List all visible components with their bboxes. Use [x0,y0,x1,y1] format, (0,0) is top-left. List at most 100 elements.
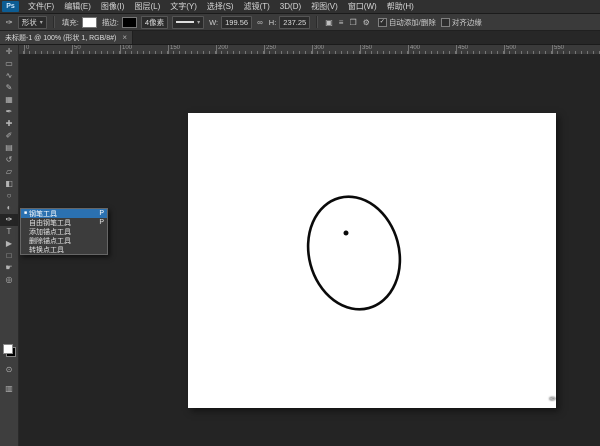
menu-items: 文件(F)编辑(E)图像(I)图层(L)文字(Y)选择(S)滤镜(T)3D(D)… [23,0,419,13]
divider [316,16,318,28]
tool-list: ✛▭∿✎▦✒✚✐▤↺▱◧○◐✑T▶□☛◎ [0,46,18,286]
toolbar-extras: ⊙ ▥ [0,344,18,395]
ruler-label: 400 [410,45,420,51]
options-bar: ✑ 形状 ▾ 填充: 描边: 4像素 ▾ W: 199.56 ∞ H: 237.… [0,14,600,31]
gradient-tool[interactable]: ◧ [0,178,18,190]
ruler-label: 0 [26,45,29,51]
width-value: 199.56 [225,18,248,27]
menu-item-2[interactable]: 图像(I) [96,0,130,13]
align-edges-label: 对齐边缘 [452,17,482,28]
menu-item-7[interactable]: 3D(D) [275,0,306,13]
menu-item-0[interactable]: 文件(F) [23,0,59,13]
path-operations-icon[interactable]: ▣ [325,18,333,27]
canvas-drawing [188,113,556,408]
healing-brush-tool[interactable]: ✚ [0,118,18,130]
height-value: 237.25 [283,18,306,27]
ruler-label: 250 [266,45,276,51]
history-brush-tool[interactable]: ↺ [0,154,18,166]
close-icon[interactable]: × [122,34,127,42]
ruler-label: 500 [506,45,516,51]
fill-label: 填充: [62,17,79,28]
document-title: 未标题-1 @ 100% (形状 1, RGB/8#) [5,33,116,43]
tab-bar: 未标题-1 @ 100% (形状 1, RGB/8#) × [0,31,600,45]
flyout-item-shortcut: P [99,219,104,226]
blur-tool[interactable]: ○ [0,190,18,202]
ruler-label: 50 [74,45,81,51]
menu-item-6[interactable]: 滤镜(T) [239,0,275,13]
stroke-label: 描边: [102,17,119,28]
fill-swatch[interactable] [82,17,97,28]
divider [53,16,55,28]
screen-mode-button[interactable]: ▥ [0,383,18,395]
menu-bar: Ps 文件(F)编辑(E)图像(I)图层(L)文字(Y)选择(S)滤镜(T)3D… [0,0,600,14]
tool-bar: ✛▭∿✎▦✒✚✐▤↺▱◧○◐✑T▶□☛◎ ⊙ ▥ [0,45,19,446]
foreground-color-swatch[interactable] [3,344,13,354]
tool-mode-value: 形状 [22,17,37,28]
document-tab[interactable]: 未标题-1 @ 100% (形状 1, RGB/8#) × [0,31,133,44]
path-arrangement-icon[interactable]: ❐ [349,18,356,27]
check-icon: ✓ [380,19,385,25]
flyout-item-4[interactable]: 转换点工具 [21,245,107,254]
path-alignment-icon[interactable]: ≡ [339,18,344,27]
menu-item-1[interactable]: 编辑(E) [59,0,96,13]
lasso-tool[interactable]: ∿ [0,70,18,82]
height-value-box[interactable]: 237.25 [279,16,310,29]
tool-mode-dropdown[interactable]: 形状 ▾ [18,16,47,29]
zoom-tool[interactable]: ◎ [0,274,18,286]
dodge-tool[interactable]: ◐ [0,202,18,214]
eyedropper-tool[interactable]: ✒ [0,106,18,118]
active-tool-icon: ✑ [6,18,13,27]
menu-item-5[interactable]: 选择(S) [202,0,239,13]
menu-item-4[interactable]: 文字(Y) [165,0,202,13]
color-swatches[interactable] [3,344,16,357]
stroke-type-dropdown[interactable]: ▾ [172,16,204,29]
ruler-label: 350 [362,45,372,51]
eraser-tool[interactable]: ▱ [0,166,18,178]
pen-flyout: ■钢笔工具P自由钢笔工具P添加锚点工具删除锚点工具转换点工具 [20,208,108,255]
chevron-down-icon: ▾ [40,19,43,26]
align-edges-checkbox[interactable] [441,18,450,27]
gear-icon[interactable]: ⚙ [363,18,370,27]
menu-item-9[interactable]: 窗口(W) [343,0,382,13]
ruler-label: 200 [218,45,228,51]
clone-stamp-tool[interactable]: ▤ [0,142,18,154]
pen-tool[interactable]: ✑ [0,214,18,226]
auto-add-delete-checkbox[interactable]: ✓ [378,18,387,27]
quick-selection-tool[interactable]: ✎ [0,82,18,94]
chevron-down-icon: ▾ [197,19,200,26]
ruler-label: 300 [314,45,324,51]
stroke-style-sample [176,21,194,23]
path-selection-tool[interactable]: ▶ [0,238,18,250]
stroke-width-value: 4像素 [145,17,164,28]
stroke-swatch[interactable] [122,17,137,28]
flyout-item-label: 转换点工具 [29,245,100,255]
width-label: W: [209,18,218,27]
ruler-label: 150 [170,45,180,51]
height-label: H: [269,18,277,27]
photoshop-window: Ps 文件(F)编辑(E)图像(I)图层(L)文字(Y)选择(S)滤镜(T)3D… [0,0,600,446]
app-logo: Ps [2,1,19,12]
type-tool[interactable]: T [0,226,18,238]
drawn-ellipse [296,186,412,319]
crop-tool[interactable]: ▦ [0,94,18,106]
menu-item-10[interactable]: 帮助(H) [382,0,419,13]
link-dimensions-icon[interactable]: ∞ [257,18,263,27]
marquee-tool[interactable]: ▭ [0,58,18,70]
horizontal-ruler: 050100150200250300350400450500550 [18,45,600,55]
hand-tool[interactable]: ☛ [0,262,18,274]
pen-cursor-icon: ✒ [549,394,557,405]
width-value-box[interactable]: 199.56 [221,16,252,29]
brush-tool[interactable]: ✐ [0,130,18,142]
ruler-label: 550 [554,45,564,51]
canvas[interactable] [188,113,556,408]
menu-item-8[interactable]: 视图(V) [306,0,343,13]
stroke-width-box[interactable]: 4像素 [141,16,168,29]
flyout-item-shortcut: P [99,210,104,217]
move-tool[interactable]: ✛ [0,46,18,58]
menu-item-3[interactable]: 图层(L) [129,0,165,13]
ruler-label: 450 [458,45,468,51]
drawn-dot [344,231,349,236]
shape-tool[interactable]: □ [0,250,18,262]
quick-mask-button[interactable]: ⊙ [0,364,18,376]
auto-add-delete-label: 自动添加/删除 [389,17,436,28]
